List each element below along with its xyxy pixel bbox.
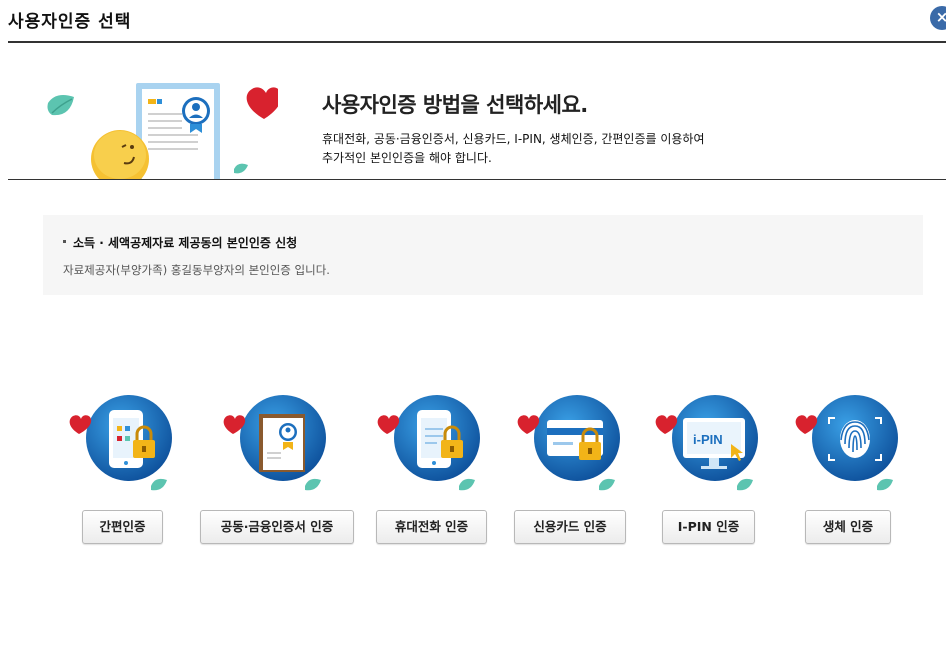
method-certificate: 공동·금융인증서 인증 <box>186 390 366 550</box>
info-title-text: 소득 · 세액공제자료 제공동의 본인인증 신청 <box>73 236 298 250</box>
info-title: 소득 · 세액공제자료 제공동의 본인인증 신청 <box>63 234 297 251</box>
fingerprint-icon[interactable] <box>793 390 903 500</box>
credit-card-icon[interactable] <box>515 390 625 500</box>
credit-card-button[interactable]: 신용카드 인증 <box>514 510 626 544</box>
intro-banner: 사용자인증 방법을 선택하세요. 휴대전화, 공동·금융인증서, 신용카드, I… <box>8 43 946 180</box>
auth-methods: 간편인증 공동·금융인증서 인증 휴대전화 인증 신용카드 인증 i-PIN I… <box>0 390 946 560</box>
banner-divider <box>8 179 946 180</box>
method-biometric: 생체 인증 <box>758 390 938 550</box>
mobile-button[interactable]: 휴대전화 인증 <box>376 510 487 544</box>
certificate-button[interactable]: 공동·금융인증서 인증 <box>200 510 354 544</box>
info-text: 자료제공자(부양가족) 홍길동부양자의 본인인증 입니다. <box>63 263 330 277</box>
info-box: 소득 · 세액공제자료 제공동의 본인인증 신청 자료제공자(부양가족) 홍길동… <box>43 215 923 295</box>
biometric-button[interactable]: 생체 인증 <box>805 510 891 544</box>
ipin-icon-text: i-PIN <box>693 432 723 447</box>
simple-auth-icon[interactable] <box>67 390 177 500</box>
certificate-icon[interactable] <box>221 390 331 500</box>
window-title: 사용자인증 선택 <box>8 12 132 32</box>
bullet-icon <box>63 240 66 243</box>
banner-desc-line1: 휴대전화, 공동·금융인증서, 신용카드, I-PIN, 생체인증, 간편인증를… <box>322 132 705 146</box>
ipin-icon[interactable]: i-PIN <box>653 390 763 500</box>
title-bar: 사용자인증 선택 × <box>0 0 946 43</box>
close-button[interactable]: × <box>930 6 946 30</box>
mobile-phone-icon[interactable] <box>375 390 485 500</box>
method-simple-auth: 간편인증 <box>32 390 212 550</box>
ipin-button[interactable]: I-PIN 인증 <box>662 510 755 544</box>
certificate-illustration <box>47 83 278 180</box>
banner-headline: 사용자인증 방법을 선택하세요. <box>322 93 588 117</box>
simple-auth-button[interactable]: 간편인증 <box>82 510 163 544</box>
banner-description: 휴대전화, 공동·금융인증서, 신용카드, I-PIN, 생체인증, 간편인증를… <box>322 130 705 168</box>
banner-desc-line2: 추가적인 본인인증을 해야 합니다. <box>322 151 492 165</box>
heart-icon <box>246 87 278 119</box>
